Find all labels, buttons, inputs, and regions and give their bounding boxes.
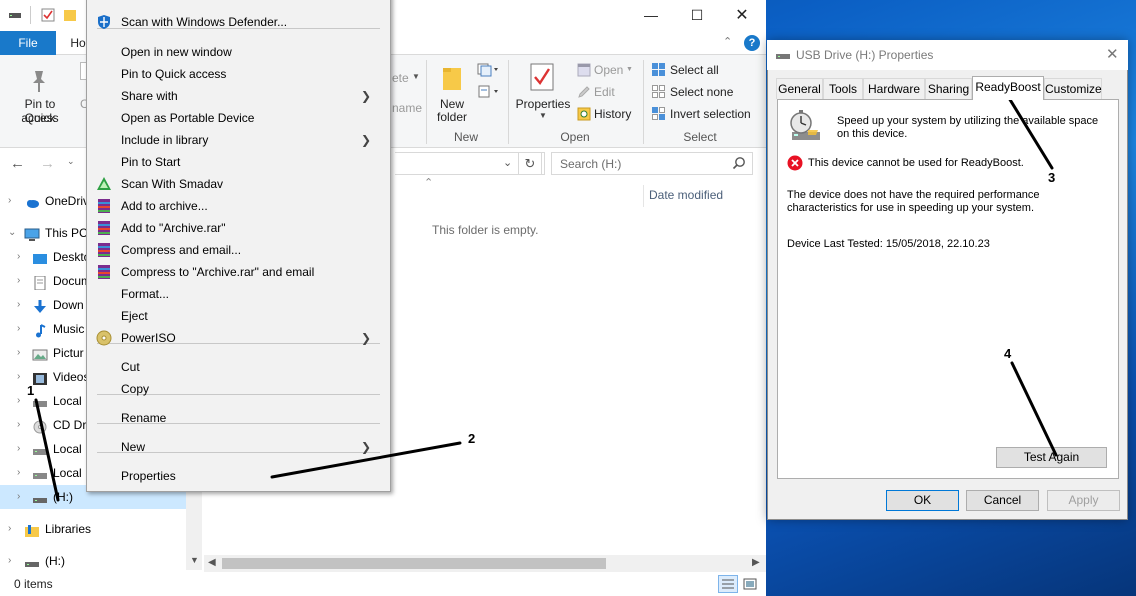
annotation-arrow-1 — [34, 398, 60, 502]
annotation-label-1: 1 — [27, 383, 35, 398]
annotation-label-2: 2 — [468, 431, 476, 446]
annotation-label-3: 3 — [1048, 170, 1056, 185]
annotation-arrow-4 — [1010, 361, 1058, 457]
tab-readyboost[interactable]: ReadyBoost — [972, 76, 1044, 100]
annotation-overlay — [34, 83, 1058, 502]
annotation-arrow-2 — [270, 441, 462, 479]
annotation-label-4: 4 — [1004, 346, 1012, 361]
